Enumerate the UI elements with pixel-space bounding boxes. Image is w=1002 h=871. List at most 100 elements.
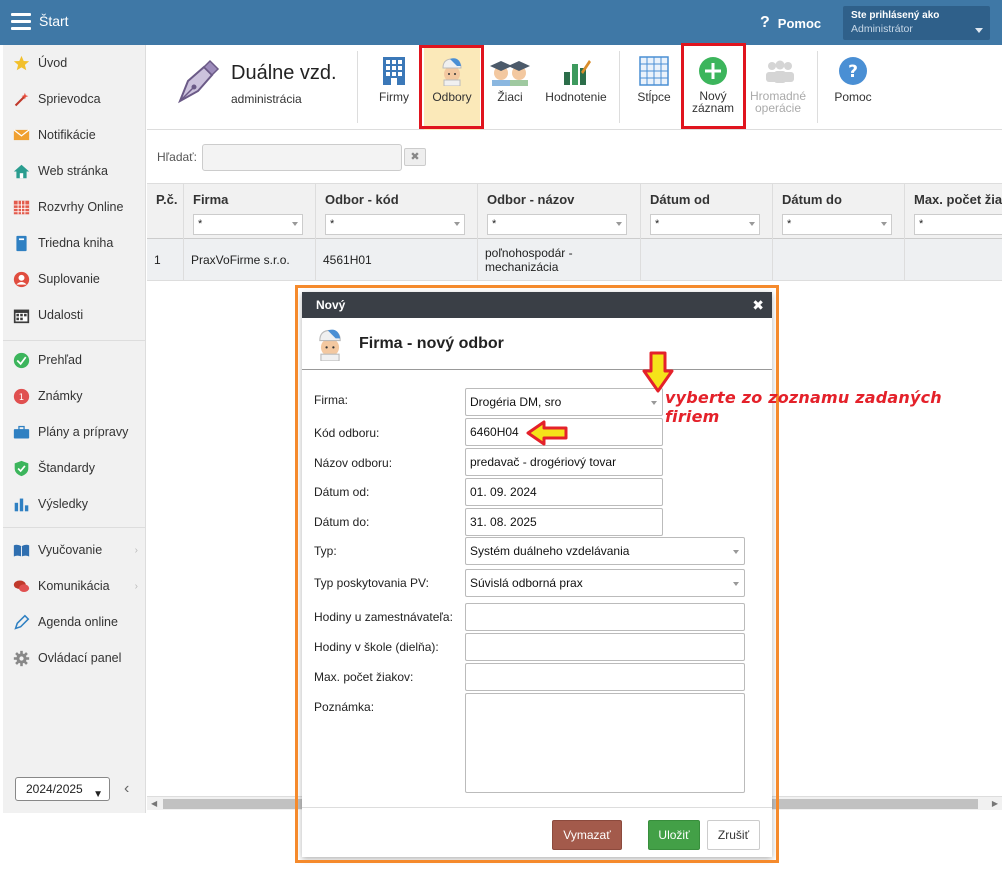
sidebar-item-rozvrhy-online[interactable]: Rozvrhy Online xyxy=(3,189,146,225)
school-year-select[interactable]: 2024/2025 ▼ xyxy=(15,777,110,801)
sidebar-item-standardy[interactable]: Štandardy xyxy=(3,450,146,486)
cell-text-line1: poľnohospodár - xyxy=(485,246,573,260)
sidebar-item-komunikacia[interactable]: Komunikácia › xyxy=(3,568,146,604)
sidebar-item-prehlad[interactable]: Prehľad xyxy=(3,342,146,378)
sidebar-item-vyucovanie[interactable]: Vyučovanie › xyxy=(3,532,146,568)
user-menu[interactable]: Ste prihlásený ako Administrátor xyxy=(843,6,990,40)
yellow-arrow-down-icon xyxy=(642,351,674,393)
column-header-pc[interactable]: P.č. xyxy=(147,184,184,240)
chevron-right-icon: › xyxy=(134,544,138,556)
clear-search-icon[interactable]: ✖ xyxy=(404,148,426,166)
collapse-sidebar-icon[interactable]: ‹ xyxy=(124,780,129,798)
table-row[interactable]: 1 PraxVoFirme s.r.o. 4561H01 poľnohospod… xyxy=(147,239,1002,281)
envelope-icon xyxy=(12,126,30,144)
sidebar-item-vysledky[interactable]: Výsledky xyxy=(3,486,146,522)
cell-datum-do xyxy=(773,239,905,281)
filter-select-max-pocet[interactable]: * xyxy=(914,214,1002,235)
sidebar-item-label: Notifikácie xyxy=(38,128,96,142)
sidebar-item-label: Triedna kniha xyxy=(38,236,114,250)
column-title: Odbor - názov xyxy=(487,192,575,207)
filter-select-datum-do[interactable]: * xyxy=(782,214,892,235)
search-input[interactable] xyxy=(202,144,402,171)
firmy-button[interactable]: Firmy xyxy=(369,45,419,130)
chevron-down-icon: ▼ xyxy=(93,789,103,800)
sidebar-item-znamky[interactable]: 1 Známky xyxy=(3,378,146,414)
check-circle-icon xyxy=(12,351,30,369)
sidebar-divider xyxy=(3,340,146,341)
toolbar-divider xyxy=(357,51,358,123)
cell-firma: PraxVoFirme s.r.o. xyxy=(184,239,316,281)
star-icon xyxy=(12,54,30,72)
pomoc-button[interactable]: ? Pomoc xyxy=(831,45,875,130)
pen-icon xyxy=(12,613,30,631)
chevron-down-icon xyxy=(881,222,887,226)
sidebar-item-ovladaci-panel[interactable]: Ovládací panel xyxy=(3,640,146,676)
novy-zaznam-highlight-box xyxy=(681,43,746,129)
column-header-max-pocet[interactable]: Max. počet žia * xyxy=(905,184,1002,240)
filter-value: * xyxy=(198,218,203,230)
firmy-label: Firmy xyxy=(379,90,409,104)
chevron-right-icon: › xyxy=(134,580,138,592)
help-link[interactable]: ? Pomoc xyxy=(760,14,821,32)
chevron-down-icon xyxy=(975,28,983,33)
column-header-datum-do[interactable]: Dátum do * xyxy=(773,184,905,240)
sidebar-item-label: Známky xyxy=(38,389,83,403)
dialog-highlight-frame xyxy=(295,285,779,863)
app-title[interactable]: Štart xyxy=(39,13,69,29)
chevron-down-icon xyxy=(616,222,622,226)
filter-value: * xyxy=(787,218,792,230)
module-title: Duálne vzd. xyxy=(231,62,337,84)
hamburger-menu-icon[interactable] xyxy=(11,13,31,30)
filter-value: * xyxy=(655,218,660,230)
scroll-right-icon[interactable]: ▶ xyxy=(992,799,998,808)
ziaci-button[interactable]: Žiaci xyxy=(485,45,535,130)
hodnotenie-button[interactable]: Hodnotenie xyxy=(541,45,611,130)
help-circle-icon: ? xyxy=(838,56,868,86)
book-icon xyxy=(12,234,30,252)
sidebar-item-label: Rozvrhy Online xyxy=(38,200,124,214)
sidebar-item-label: Výsledky xyxy=(38,497,89,511)
filter-select-odbor-nazov[interactable]: * xyxy=(487,214,627,235)
students-icon xyxy=(488,56,532,86)
svg-text:1: 1 xyxy=(18,392,23,402)
pomoc-label: Pomoc xyxy=(834,90,872,104)
sidebar-item-uvod[interactable]: Úvod xyxy=(3,45,146,81)
sidebar-item-web-stranka[interactable]: Web stránka xyxy=(3,153,146,189)
sidebar-item-agenda-online[interactable]: Agenda online xyxy=(3,604,146,640)
hromadne-label-line2: operácie xyxy=(754,101,802,115)
toolbar-divider xyxy=(619,51,620,123)
scroll-left-icon[interactable]: ◀ xyxy=(151,799,157,808)
column-header-odbor-kod[interactable]: Odbor - kód * xyxy=(316,184,478,240)
evaluation-chart-icon xyxy=(561,56,591,86)
sidebar-item-triedna-kniha[interactable]: Triedna kniha xyxy=(3,225,146,261)
sidebar-item-udalosti[interactable]: Udalosti xyxy=(3,297,146,333)
calendar-icon xyxy=(12,306,30,324)
sidebar-item-label: Agenda online xyxy=(38,615,118,629)
person-icon xyxy=(12,270,30,288)
sidebar-item-suplovanie[interactable]: Suplovanie xyxy=(3,261,146,297)
gear-icon xyxy=(12,649,30,667)
filter-value: * xyxy=(492,218,497,230)
sidebar-item-label: Suplovanie xyxy=(38,272,100,286)
sidebar-item-plany-a-pripravy[interactable]: Plány a prípravy xyxy=(3,414,146,450)
sidebar-item-label: Vyučovanie xyxy=(38,543,103,557)
filter-select-odbor-kod[interactable]: * xyxy=(325,214,465,235)
sidebar-item-label: Sprievodca xyxy=(38,92,101,106)
cell-text-line2: mechanizácia xyxy=(485,260,559,274)
cell-pc: 1 xyxy=(147,239,184,281)
filter-select-firma[interactable]: * xyxy=(193,214,303,235)
column-header-datum-od[interactable]: Dátum od * xyxy=(641,184,773,240)
grade-icon: 1 xyxy=(12,387,30,405)
help-label: Pomoc xyxy=(777,15,822,31)
column-header-firma[interactable]: Firma * xyxy=(184,184,316,240)
filter-select-datum-od[interactable]: * xyxy=(650,214,760,235)
cell-datum-od xyxy=(641,239,773,281)
column-header-odbor-nazov[interactable]: Odbor - názov * xyxy=(478,184,641,240)
chevron-down-icon xyxy=(454,222,460,226)
filter-value: * xyxy=(919,218,924,230)
sidebar-item-sprievodca[interactable]: Sprievodca xyxy=(3,81,146,117)
sidebar-item-notifikacie[interactable]: Notifikácie xyxy=(3,117,146,153)
question-mark-icon: ? xyxy=(760,14,770,31)
stlpce-button[interactable]: Stĺpce xyxy=(632,45,676,130)
top-bar: Štart ? Pomoc Ste prihlásený ako Adminis… xyxy=(0,0,1002,45)
